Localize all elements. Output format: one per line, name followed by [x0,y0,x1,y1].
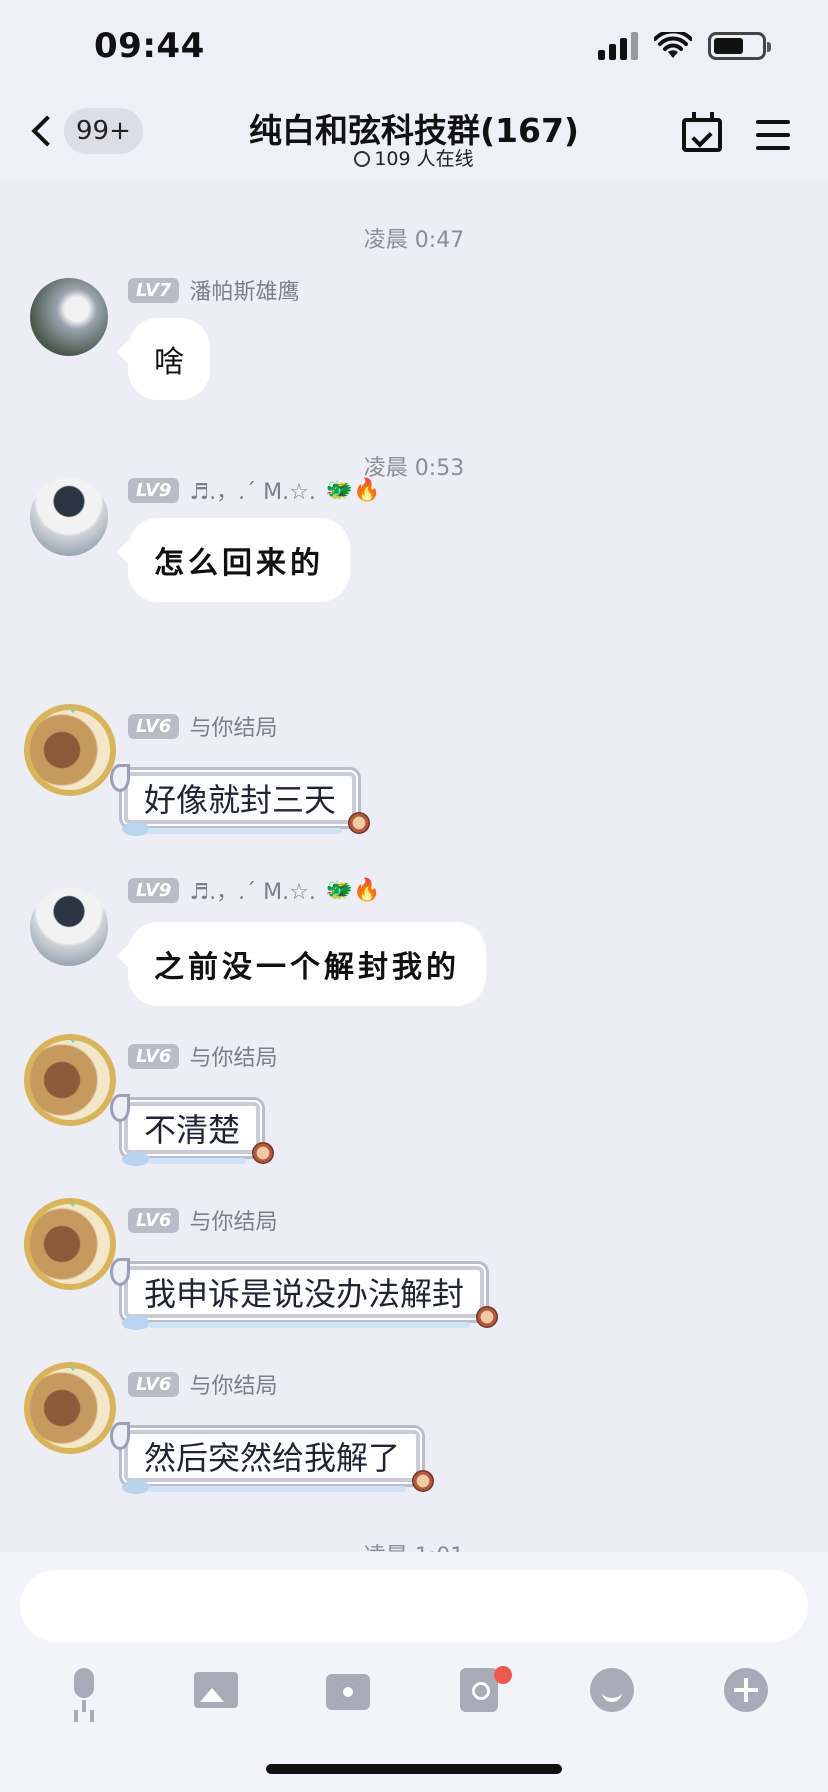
online-status-icon [354,151,371,167]
mic-icon[interactable] [62,1668,106,1712]
sender-name[interactable]: 与你结局 [189,1368,277,1400]
avatar[interactable] [30,888,108,966]
avatar[interactable] [24,1034,116,1126]
status-icons [598,32,771,60]
level-badge: LV6 [128,1371,180,1397]
message-bubble[interactable]: 然后突然给我解了 [109,1422,435,1494]
avatar[interactable] [30,278,108,356]
nav-bar: 99+ 纯白和弦科技群(167) 109 人在线 [0,100,828,178]
time-divider: 凌晨 0:53 [363,456,465,481]
chat-area[interactable]: 凌晨 0:47 LV7 潘帕斯雄鹰 啥 凌晨 0:53 LV9 ♬.，.ˊ M.… [0,178,828,1552]
sender-row: LV6 与你结局 [128,1204,277,1236]
bubble-decoration [148,1486,407,1492]
message-bubble[interactable]: 不清楚 [109,1094,275,1166]
message-bubble[interactable]: 啥 [128,318,210,400]
wifi-icon [654,32,692,58]
home-indicator[interactable] [266,1764,562,1774]
avatar[interactable] [30,478,108,556]
status-time: 09:44 [94,26,205,66]
emoji-icon[interactable] [590,1668,634,1712]
plus-icon[interactable] [724,1668,768,1712]
status-bar: 09:44 [0,0,828,100]
bubble-decoration [122,1480,150,1494]
sender-row: LV6 与你结局 [128,1368,277,1400]
calendar-check-icon[interactable] [682,112,722,152]
sender-row: LV6 与你结局 [128,1040,277,1072]
sender-name[interactable]: 潘帕斯雄鹰 [189,274,299,306]
message-text: 不清楚 [144,1111,241,1149]
red-packet-icon[interactable] [460,1668,498,1712]
sender-emoji: 🐲🔥 [325,877,381,903]
message-input[interactable] [20,1570,808,1642]
message-text: 怎么回来的 [154,546,324,581]
time-divider: 凌晨 0:47 [363,228,465,253]
sender-row: LV9 ♬.，.ˊ M.☆. 🐲🔥 [128,474,381,506]
sender-name[interactable]: ♬.，.ˊ M.☆. [189,874,315,906]
menu-icon[interactable] [756,120,790,150]
sender-row: LV7 潘帕斯雄鹰 [128,274,299,306]
message-bubble[interactable]: 怎么回来的 [128,518,350,602]
message-bubble[interactable]: 之前没一个解封我的 [128,922,486,1006]
message-text: 我申诉是说没办法解封 [144,1275,465,1313]
sender-name[interactable]: 与你结局 [189,1204,277,1236]
sender-name[interactable]: 与你结局 [189,710,277,742]
input-area [0,1552,828,1792]
notification-dot [494,1666,512,1684]
message-text: 好像就封三天 [144,781,337,819]
avatar[interactable] [24,704,116,796]
bubble-decoration [148,1322,471,1328]
bubble-decoration [148,1158,247,1164]
battery-icon [708,32,771,60]
camera-icon[interactable] [326,1674,370,1710]
level-badge: LV6 [128,1043,180,1069]
message-bubble[interactable]: 我申诉是说没办法解封 [109,1258,499,1330]
bubble-decoration [148,828,343,834]
input-toolbar [0,1656,828,1726]
time-divider: 凌晨 1:01 [0,1538,828,1552]
sender-row: LV6 与你结局 [128,710,277,742]
avatar[interactable] [24,1362,116,1454]
message-text: 之前没一个解封我的 [154,950,460,985]
bubble-decoration [122,822,150,836]
message-text: 啥 [154,345,184,380]
signal-icon [598,32,638,60]
image-icon[interactable] [194,1672,238,1708]
message-text: 然后突然给我解了 [144,1439,401,1477]
sender-emoji: 🐲🔥 [325,477,381,503]
sender-name[interactable]: 与你结局 [189,1040,277,1072]
level-badge: LV9 [128,877,180,903]
level-badge: LV6 [128,1207,180,1233]
message-bubble[interactable]: 好像就封三天 [109,764,371,836]
level-badge: LV6 [128,713,180,739]
avatar[interactable] [24,1198,116,1290]
bubble-decoration [122,1152,150,1166]
sender-row: LV9 ♬.，.ˊ M.☆. 🐲🔥 [128,874,381,906]
sender-name[interactable]: ♬.，.ˊ M.☆. [189,474,315,506]
level-badge: LV7 [128,277,180,303]
bubble-decoration [122,1316,150,1330]
online-count-text: 109 人在线 [374,148,474,170]
level-badge: LV9 [128,477,180,503]
